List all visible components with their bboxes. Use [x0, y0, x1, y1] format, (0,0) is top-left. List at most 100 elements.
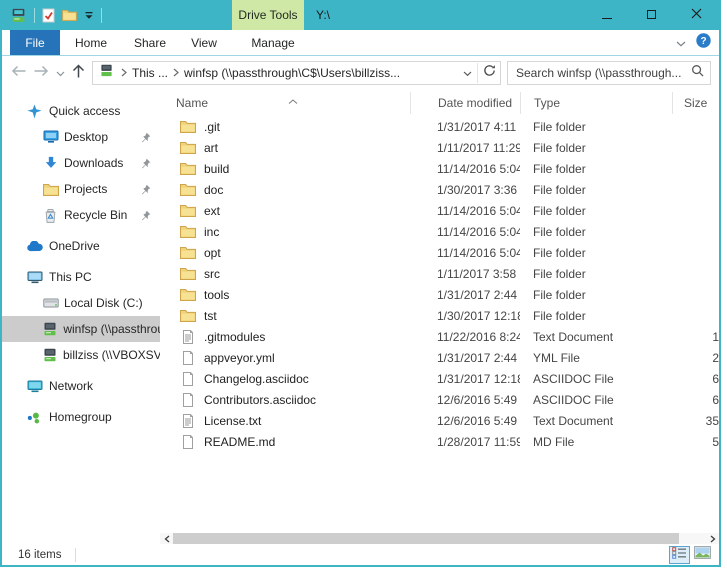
file-type: Text Document — [520, 414, 672, 428]
properties-check-icon[interactable] — [42, 8, 55, 23]
app-icon[interactable] — [10, 8, 27, 23]
sidebar-item-local-disk-c[interactable]: Local Disk (C:) — [2, 290, 160, 316]
drive-tools-contextual-tab[interactable]: Drive Tools — [232, 0, 304, 30]
sidebar-item-downloads[interactable]: Downloads — [2, 150, 160, 176]
qat-dropdown-icon[interactable] — [84, 10, 94, 20]
large-icons-view-icon — [694, 546, 711, 564]
file-type: File folder — [520, 141, 672, 155]
file-row-gitmodules[interactable]: .gitmodules11/22/2016 8:24 PMText Docume… — [160, 326, 719, 347]
file-date-modified: 1/30/2017 3:36 PM — [410, 183, 520, 197]
main-area: Quick access Desktop Downloads Projects Recy… — [2, 90, 719, 544]
tab-view[interactable]: View — [178, 30, 230, 55]
file-name: doc — [160, 183, 410, 197]
file-type: MD File — [520, 435, 672, 449]
file-name: ext — [160, 204, 410, 218]
breadcrumb-item[interactable]: This ... — [132, 66, 168, 80]
file-row-git[interactable]: .git1/31/2017 4:11 PMFile folder — [160, 116, 719, 137]
close-button[interactable] — [674, 0, 719, 30]
details-view-button[interactable] — [669, 546, 690, 564]
folder-icon — [42, 183, 59, 196]
search-box[interactable] — [507, 61, 711, 85]
sidebar-item-winfsp-passthrou[interactable]: winfsp (\\passthrou — [2, 316, 160, 342]
network-drive-icon — [42, 322, 58, 336]
scrollbar-thumb[interactable] — [173, 533, 679, 544]
file-row-opt[interactable]: opt11/14/2016 5:04 PMFile folder — [160, 242, 719, 263]
sidebar-item-label: Desktop — [64, 130, 108, 144]
breadcrumb-item[interactable]: winfsp (\\passthrough\C$\Users\billziss.… — [184, 66, 400, 80]
refresh-icon[interactable] — [483, 64, 496, 82]
folder-icon — [180, 225, 196, 238]
file-row-tools[interactable]: tools1/31/2017 2:44 PMFile folder — [160, 284, 719, 305]
breadcrumb-chevron-icon — [168, 68, 184, 77]
pin-icon — [140, 132, 151, 143]
sidebar-item-recycle-bin[interactable]: Recycle Bin — [2, 202, 160, 228]
tab-share[interactable]: Share — [122, 30, 178, 55]
column-header-size[interactable]: Size — [672, 92, 719, 114]
forward-icon[interactable] — [33, 64, 50, 83]
large-icons-view-button[interactable] — [692, 546, 713, 564]
status-bar: 16 items — [2, 544, 719, 565]
file-icon — [180, 434, 196, 450]
sidebar-group-this-pc[interactable]: This PC — [2, 264, 160, 290]
file-row-tst[interactable]: tst1/30/2017 12:18 PMFile folder — [160, 305, 719, 326]
sidebar-item-projects[interactable]: Projects — [2, 176, 160, 202]
help-icon[interactable]: ? — [696, 33, 711, 53]
sidebar-item-label: billziss (\\VBOXSVR) — [63, 348, 160, 362]
column-headers: NameDate modifiedTypeSize — [160, 90, 719, 116]
sidebar-group-quick-access[interactable]: Quick access — [2, 98, 160, 124]
file-row-license-txt[interactable]: License.txt12/6/2016 5:49 PMText Documen… — [160, 410, 719, 431]
file-date-modified: 11/14/2016 5:04 PM — [410, 204, 520, 218]
file-row-contributors-asciidoc[interactable]: Contributors.asciidoc12/6/2016 5:49 PMAS… — [160, 389, 719, 410]
folder-icon — [180, 141, 196, 154]
titlebar: Drive Tools Y:\ — [2, 0, 719, 30]
file-type: File folder — [520, 267, 672, 281]
sidebar-item-billziss-vboxsvr[interactable]: billziss (\\VBOXSVR) — [2, 342, 160, 368]
search-input[interactable] — [516, 66, 691, 80]
sidebar-group-label: Network — [49, 379, 93, 393]
file-row-src[interactable]: src1/11/2017 3:58 PMFile folder — [160, 263, 719, 284]
tab-manage[interactable]: Manage — [240, 30, 306, 55]
minimize-button[interactable] — [584, 0, 629, 30]
maximize-button[interactable] — [629, 0, 674, 30]
sidebar-item-label: Projects — [64, 182, 107, 196]
sidebar-group-network[interactable]: Network — [2, 373, 160, 399]
folder-icon — [180, 183, 196, 196]
file-icon — [180, 350, 196, 366]
column-header-type[interactable]: Type — [520, 92, 672, 114]
ribbon-collapse-chevron-icon[interactable] — [676, 34, 686, 52]
file-date-modified: 11/14/2016 5:04 PM — [410, 162, 520, 176]
file-row-build[interactable]: build11/14/2016 5:04 PMFile folder — [160, 158, 719, 179]
breadcrumb-chevron-icon — [116, 68, 132, 77]
sidebar-item-desktop[interactable]: Desktop — [2, 124, 160, 150]
file-pane: NameDate modifiedTypeSize .git1/31/2017 … — [160, 90, 719, 544]
sidebar: Quick access Desktop Downloads Projects Recy… — [2, 90, 160, 544]
search-icon[interactable] — [691, 64, 704, 82]
tab-home[interactable]: Home — [60, 30, 122, 55]
scroll-right-icon[interactable] — [706, 533, 719, 544]
recent-locations-chevron-icon[interactable] — [56, 64, 65, 82]
file-row-readme-md[interactable]: README.md1/28/2017 11:59 AMMD File5 — [160, 431, 719, 452]
sidebar-group-onedrive[interactable]: OneDrive — [2, 233, 160, 259]
new-folder-icon[interactable] — [62, 9, 77, 21]
back-icon[interactable] — [10, 64, 27, 83]
sidebar-group-homegroup[interactable]: Homegroup — [2, 404, 160, 430]
minimize-icon — [602, 6, 612, 24]
column-header-name[interactable]: Name — [160, 94, 410, 112]
horizontal-scrollbar[interactable] — [160, 533, 719, 544]
address-bar[interactable]: This ... winfsp (\\passthrough\C$\Users\b… — [92, 61, 501, 85]
address-dropdown-chevron-icon[interactable] — [463, 64, 472, 82]
file-row-art[interactable]: art1/11/2017 11:29 PMFile folder — [160, 137, 719, 158]
tab-file[interactable]: File — [10, 30, 60, 55]
file-row-appveyor-yml[interactable]: appveyor.yml1/31/2017 2:44 PMYML File2 — [160, 347, 719, 368]
file-date-modified: 1/31/2017 2:44 PM — [410, 288, 520, 302]
item-count: 16 items — [18, 549, 61, 561]
file-name: opt — [160, 246, 410, 260]
column-header-date-modified[interactable]: Date modified — [410, 92, 520, 114]
up-icon[interactable] — [71, 64, 86, 83]
sidebar-group-label: This PC — [49, 270, 92, 284]
scroll-left-icon[interactable] — [160, 533, 173, 544]
file-row-inc[interactable]: inc11/14/2016 5:04 PMFile folder — [160, 221, 719, 242]
file-row-changelog-asciidoc[interactable]: Changelog.asciidoc1/31/2017 12:18 PMASCI… — [160, 368, 719, 389]
file-row-doc[interactable]: doc1/30/2017 3:36 PMFile folder — [160, 179, 719, 200]
file-row-ext[interactable]: ext11/14/2016 5:04 PMFile folder — [160, 200, 719, 221]
